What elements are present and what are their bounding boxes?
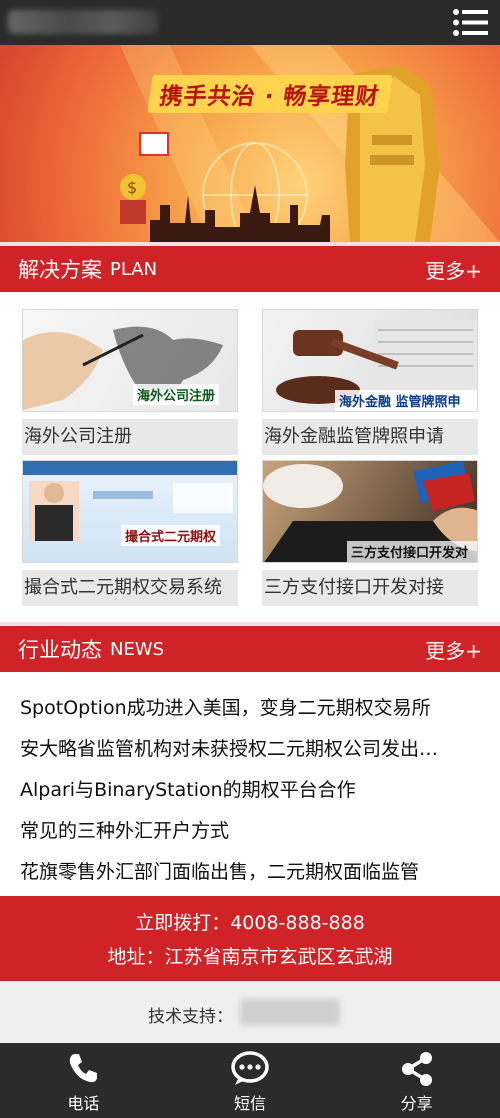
call-button[interactable]: 电话 bbox=[0, 1043, 167, 1118]
news-item[interactable]: 花旗零售外汇部门面临出售，二元期权面临监管 bbox=[0, 852, 500, 893]
tech-support-label: 技术支持： bbox=[148, 1007, 233, 1027]
news-item[interactable]: SpotOption成功进入美国，变身二元期权交易所 bbox=[0, 688, 500, 729]
tech-support-link[interactable] bbox=[240, 999, 340, 1025]
solution-image-tag: 海外公司注册 bbox=[133, 384, 220, 405]
solutions-more-link[interactable]: 更多+ bbox=[425, 255, 482, 284]
solution-label: 三方支付接口开发对接 bbox=[262, 570, 478, 606]
share-label: 分享 bbox=[400, 1094, 433, 1113]
hero-banner[interactable]: $ 携手共治 · 畅享理财 bbox=[0, 45, 500, 242]
solution-image: 撮合式二元期权 bbox=[22, 460, 238, 563]
solutions-subtitle: PLAN bbox=[110, 258, 158, 280]
share-icon bbox=[401, 1052, 432, 1086]
solution-image-tag: 三方支付接口开发对接 bbox=[347, 541, 477, 562]
news-item[interactable]: 常见的三种外汇开户方式 bbox=[0, 811, 500, 852]
solutions-header: 解决方案 PLAN 更多+ bbox=[0, 242, 500, 292]
share-button[interactable]: 分享 bbox=[333, 1043, 500, 1118]
bottom-nav: 电话 短信 分享 bbox=[0, 1043, 500, 1118]
solution-card-license[interactable]: 海外金融 监管牌照申请 海外金融监管牌照申请 bbox=[262, 309, 478, 455]
contact-address: 地址：江苏省南京市玄武区玄武湖 bbox=[107, 946, 393, 968]
trading-site-image bbox=[23, 461, 237, 541]
solution-image: 三方支付接口开发对接 bbox=[262, 460, 478, 563]
sms-label: 短信 bbox=[234, 1094, 267, 1113]
solutions-title: 解决方案 bbox=[18, 258, 102, 282]
solution-label: 海外金融监管牌照申请 bbox=[262, 419, 478, 455]
solution-card-binary-options[interactable]: 撮合式二元期权 撮合式二元期权交易系统 bbox=[22, 460, 238, 606]
news-list: SpotOption成功进入美国，变身二元期权交易所 安大略省监管机构对未获授权… bbox=[0, 688, 500, 893]
contact-panel: 立即拨打：4008-888-888 地址：江苏省南京市玄武区玄武湖 bbox=[0, 896, 500, 981]
phone-icon bbox=[70, 1054, 98, 1083]
menu-list-icon bbox=[453, 9, 488, 36]
site-logo[interactable] bbox=[8, 10, 158, 34]
contact-phone[interactable]: 立即拨打：4008-888-888 bbox=[0, 908, 500, 935]
solution-image-tag: 撮合式二元期权 bbox=[121, 525, 221, 546]
solution-label: 撮合式二元期权交易系统 bbox=[22, 570, 238, 606]
svg-text:$: $ bbox=[127, 178, 137, 197]
solution-image: 海外金融 监管牌照申请 bbox=[262, 309, 478, 412]
sms-button[interactable]: 短信 bbox=[167, 1043, 334, 1118]
solution-image-tag: 海外金融 监管牌照申请 bbox=[335, 390, 477, 411]
solution-image: 海外公司注册 bbox=[22, 309, 238, 412]
menu-button[interactable] bbox=[452, 8, 488, 37]
sms-chat-icon bbox=[231, 1051, 269, 1085]
news-item[interactable]: 安大略省监管机构对未获授权二元期权公司发出警告 bbox=[0, 729, 500, 770]
news-more-link[interactable]: 更多+ bbox=[425, 635, 482, 664]
solution-label: 海外公司注册 bbox=[22, 419, 238, 455]
tech-support: 技术支持： bbox=[0, 981, 500, 1043]
news-title: 行业动态 bbox=[18, 638, 102, 662]
solution-card-company-registration[interactable]: 海外公司注册 海外公司注册 bbox=[22, 309, 238, 455]
news-item[interactable]: Alpari与BinaryStation的期权平台合作 bbox=[0, 770, 500, 811]
banner-title: 携手共治 · 畅享理财 bbox=[147, 75, 393, 113]
news-subtitle: NEWS bbox=[110, 638, 165, 660]
solution-card-payment[interactable]: 三方支付接口开发对接 三方支付接口开发对接 bbox=[262, 460, 478, 606]
call-label: 电话 bbox=[67, 1094, 100, 1113]
top-bar bbox=[0, 0, 500, 45]
news-header: 行业动态 NEWS 更多+ bbox=[0, 622, 500, 672]
